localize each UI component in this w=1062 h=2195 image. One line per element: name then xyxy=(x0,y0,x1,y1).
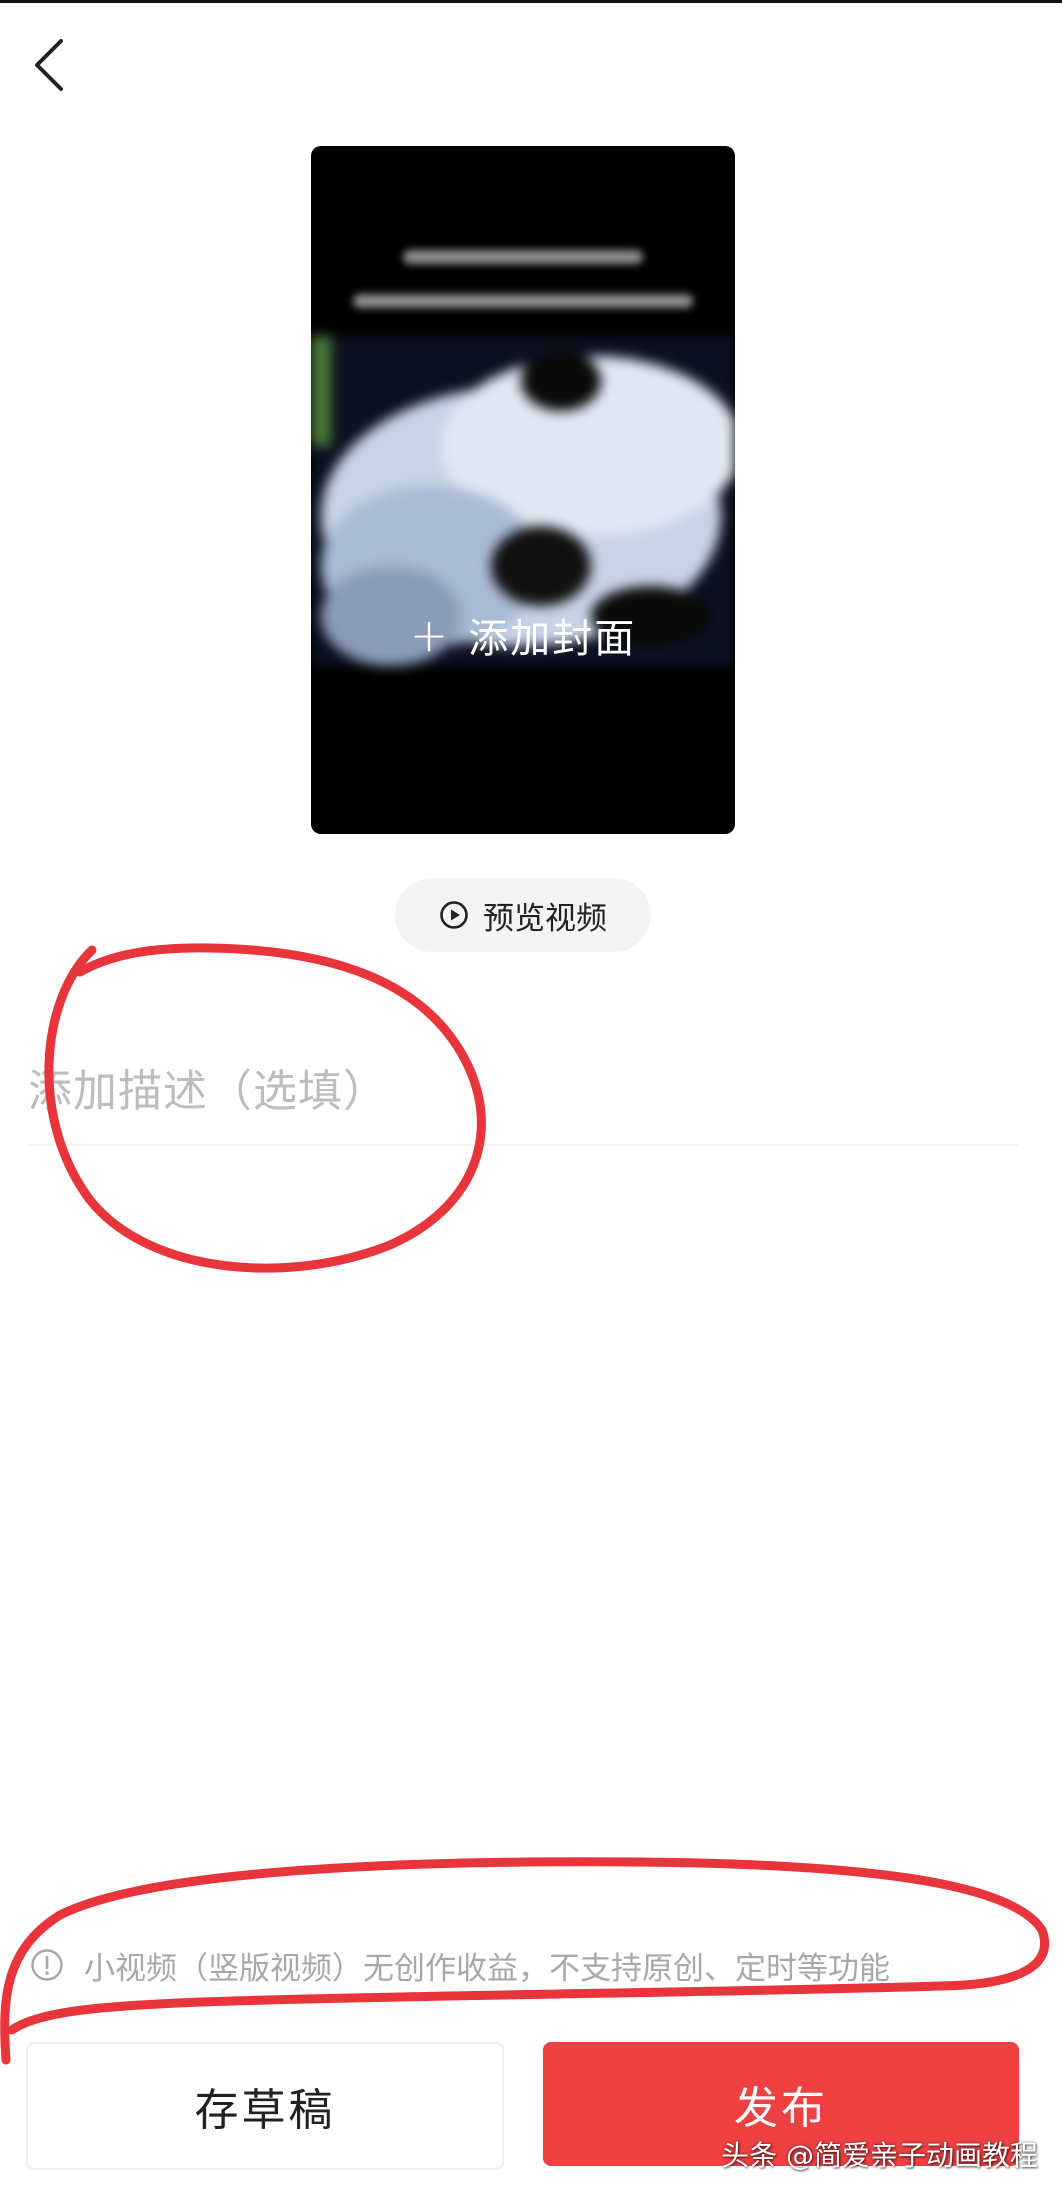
description-input[interactable] xyxy=(28,1036,1018,1146)
description-divider xyxy=(28,1144,1018,1146)
small-video-notice: 小视频（竖版视频）无创作收益，不支持原创、定时等功能 xyxy=(30,1940,890,1990)
preview-video-label: 预览视频 xyxy=(483,900,607,937)
publish-label: 发布 xyxy=(734,2083,828,2134)
add-cover-label: + 添加封面 xyxy=(311,606,735,664)
watermark: 头条 @简爱亲子动画教程 xyxy=(721,2139,1038,2172)
chevron-left-icon xyxy=(35,39,63,91)
cover-picker[interactable]: + 添加封面 xyxy=(311,146,735,834)
preview-video-button[interactable]: 预览视频 xyxy=(395,878,651,952)
cover-caption-line xyxy=(353,294,693,308)
notice-text: 小视频（竖版视频）无创作收益，不支持原创、定时等功能 xyxy=(84,1950,890,1987)
status-divider xyxy=(0,0,1062,3)
save-draft-label: 存草稿 xyxy=(194,2085,336,2136)
back-button[interactable] xyxy=(22,30,74,100)
cover-caption-line xyxy=(403,250,643,264)
add-cover-text: 添加封面 xyxy=(468,616,637,662)
info-circle-icon xyxy=(31,1949,63,1981)
save-draft-button[interactable]: 存草稿 xyxy=(26,2042,504,2170)
plus-icon: + xyxy=(409,608,451,662)
play-circle-icon xyxy=(440,901,468,929)
